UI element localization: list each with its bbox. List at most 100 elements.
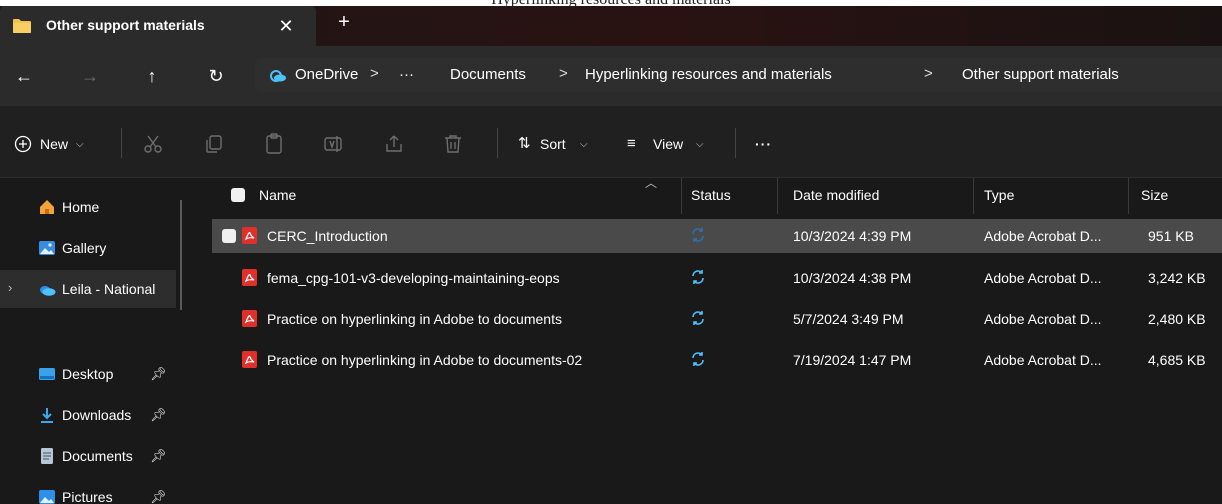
paste-icon[interactable] bbox=[262, 132, 286, 156]
pdf-file-icon bbox=[242, 227, 257, 244]
home-icon bbox=[40, 200, 54, 214]
chevron-down-icon: ⌵ bbox=[580, 139, 588, 150]
table-row[interactable]: fema_cpg-101-v3-developing-maintaining-e… bbox=[212, 261, 1222, 295]
sync-pending-icon bbox=[692, 228, 704, 242]
sidebar-label: Leila - National bbox=[62, 281, 156, 297]
pdf-file-icon bbox=[242, 351, 257, 368]
file-name: fema_cpg-101-v3-developing-maintaining-e… bbox=[267, 270, 560, 286]
chevron-right-icon[interactable]: > bbox=[370, 65, 379, 82]
sidebar-item-desktop[interactable]: Desktop 📌︎ bbox=[0, 357, 176, 391]
chevron-down-icon: ⌵ bbox=[696, 139, 704, 150]
column-divider[interactable] bbox=[777, 178, 778, 214]
breadcrumb-documents[interactable]: Documents bbox=[450, 66, 526, 83]
file-date: 7/19/2024 1:47 PM bbox=[793, 352, 912, 368]
folder-icon bbox=[13, 19, 31, 33]
sort-ascending-icon: ︿ bbox=[645, 176, 658, 190]
column-header-status[interactable]: Status bbox=[691, 187, 731, 203]
row-checkbox[interactable] bbox=[222, 229, 236, 243]
sort-arrows-icon: ⇅ bbox=[518, 135, 531, 152]
desktop-icon bbox=[39, 368, 55, 380]
sidebar-item-gallery[interactable]: Gallery bbox=[0, 231, 176, 265]
view-label: View bbox=[653, 136, 684, 152]
file-size: 4,685 KB bbox=[1148, 352, 1206, 368]
divider bbox=[735, 128, 736, 158]
sidebar-label: Gallery bbox=[62, 240, 107, 256]
select-all-checkbox[interactable] bbox=[231, 188, 245, 202]
divider bbox=[121, 128, 122, 158]
column-divider[interactable] bbox=[973, 178, 974, 214]
sidebar-label: Pictures bbox=[62, 489, 113, 504]
list-view-icon: ≡ bbox=[627, 135, 636, 152]
tab-other-support-materials[interactable]: Other support materials ✕ bbox=[0, 4, 316, 46]
column-divider[interactable] bbox=[1128, 178, 1129, 214]
sidebar-item-pictures[interactable]: Pictures 📌︎ bbox=[0, 480, 176, 504]
cut-icon[interactable] bbox=[141, 132, 165, 156]
sync-pending-icon bbox=[692, 311, 704, 325]
breadcrumb-onedrive[interactable]: OneDrive bbox=[295, 66, 358, 83]
plus-circle-icon bbox=[14, 135, 32, 153]
file-name: CERC_Introduction bbox=[267, 228, 388, 244]
column-header-type[interactable]: Type bbox=[984, 187, 1014, 203]
column-header-name[interactable]: Name bbox=[259, 187, 296, 203]
file-name: Practice on hyperlinking in Adobe to doc… bbox=[267, 311, 562, 327]
chevron-right-icon[interactable]: › bbox=[8, 280, 12, 295]
rename-icon[interactable] bbox=[322, 132, 346, 156]
sidebar-label: Documents bbox=[62, 448, 133, 464]
back-arrow-icon[interactable]: ← bbox=[8, 60, 40, 92]
file-size: 2,480 KB bbox=[1148, 311, 1206, 327]
file-type: Adobe Acrobat D... bbox=[984, 352, 1102, 368]
documents-icon bbox=[41, 448, 53, 464]
delete-icon[interactable] bbox=[441, 132, 465, 156]
sidebar-label: Downloads bbox=[62, 407, 132, 423]
sidebar-item-documents[interactable]: Documents 📌︎ bbox=[0, 439, 176, 473]
navigation-pane: Home Gallery › Leila - National Desktop … bbox=[0, 178, 196, 504]
address-bar[interactable]: OneDrive > ··· Documents > Hyperlinking … bbox=[255, 58, 1222, 92]
pin-icon[interactable]: 📌︎ bbox=[150, 407, 167, 423]
table-row[interactable]: CERC_Introduction 10/3/2024 4:39 PM Adob… bbox=[212, 219, 1222, 253]
column-divider[interactable] bbox=[681, 178, 682, 214]
file-type: Adobe Acrobat D... bbox=[984, 228, 1102, 244]
gallery-icon bbox=[39, 241, 55, 255]
refresh-icon[interactable]: ↻ bbox=[200, 60, 232, 92]
sync-pending-icon bbox=[692, 270, 704, 284]
file-date: 5/7/2024 3:49 PM bbox=[793, 311, 904, 327]
chevron-down-icon: ⌵ bbox=[76, 139, 84, 150]
column-header-row: Name ︿ Status Date modified Type Size bbox=[196, 176, 1222, 214]
more-options-button[interactable]: ··· bbox=[755, 130, 772, 158]
divider bbox=[497, 128, 498, 158]
file-size: 3,242 KB bbox=[1148, 270, 1206, 286]
breadcrumb-other-support-materials[interactable]: Other support materials bbox=[962, 66, 1119, 83]
tab-close-icon[interactable]: ✕ bbox=[272, 12, 300, 40]
chevron-right-icon[interactable]: > bbox=[924, 65, 933, 82]
sidebar-label: Home bbox=[62, 199, 100, 215]
chevron-right-icon[interactable]: > bbox=[559, 65, 568, 82]
file-type: Adobe Acrobat D... bbox=[984, 311, 1102, 327]
new-tab-icon[interactable]: + bbox=[330, 8, 358, 36]
forward-arrow-icon[interactable]: → bbox=[74, 60, 106, 92]
pane-splitter[interactable] bbox=[180, 200, 182, 310]
copy-icon[interactable] bbox=[202, 132, 226, 156]
command-bar: New ⌵ ⇅ Sort ⌵ ≡ View ⌵ ··· bbox=[0, 106, 1222, 178]
up-arrow-icon[interactable]: ↑ bbox=[136, 60, 168, 92]
column-header-size[interactable]: Size bbox=[1141, 187, 1168, 203]
column-header-date-modified[interactable]: Date modified bbox=[793, 187, 879, 203]
onedrive-icon bbox=[270, 70, 286, 82]
file-name: Practice on hyperlinking in Adobe to doc… bbox=[267, 352, 583, 368]
sidebar-item-onedrive[interactable]: › Leila - National bbox=[0, 270, 176, 308]
share-icon[interactable] bbox=[382, 132, 406, 156]
breadcrumb-overflow[interactable]: ··· bbox=[399, 66, 414, 83]
sidebar-item-downloads[interactable]: Downloads 📌︎ bbox=[0, 398, 176, 432]
pin-icon[interactable]: 📌︎ bbox=[150, 448, 167, 464]
background-title-text: Hyperlinking resources and materials bbox=[0, 0, 1222, 9]
pictures-icon bbox=[39, 490, 55, 504]
sidebar-item-home[interactable]: Home bbox=[0, 190, 176, 224]
pin-icon[interactable]: 📌︎ bbox=[150, 366, 167, 382]
breadcrumb-hyperlinking-resources[interactable]: Hyperlinking resources and materials bbox=[585, 66, 832, 83]
table-row[interactable]: Practice on hyperlinking in Adobe to doc… bbox=[212, 343, 1222, 377]
pin-icon[interactable]: 📌︎ bbox=[150, 489, 167, 504]
file-list: Name ︿ Status Date modified Type Size CE… bbox=[196, 176, 1222, 504]
table-row[interactable]: Practice on hyperlinking in Adobe to doc… bbox=[212, 302, 1222, 336]
sidebar-label: Desktop bbox=[62, 366, 114, 382]
background-page-strip: Hyperlinking resources and materials bbox=[0, 0, 1222, 9]
pdf-file-icon bbox=[242, 310, 257, 327]
